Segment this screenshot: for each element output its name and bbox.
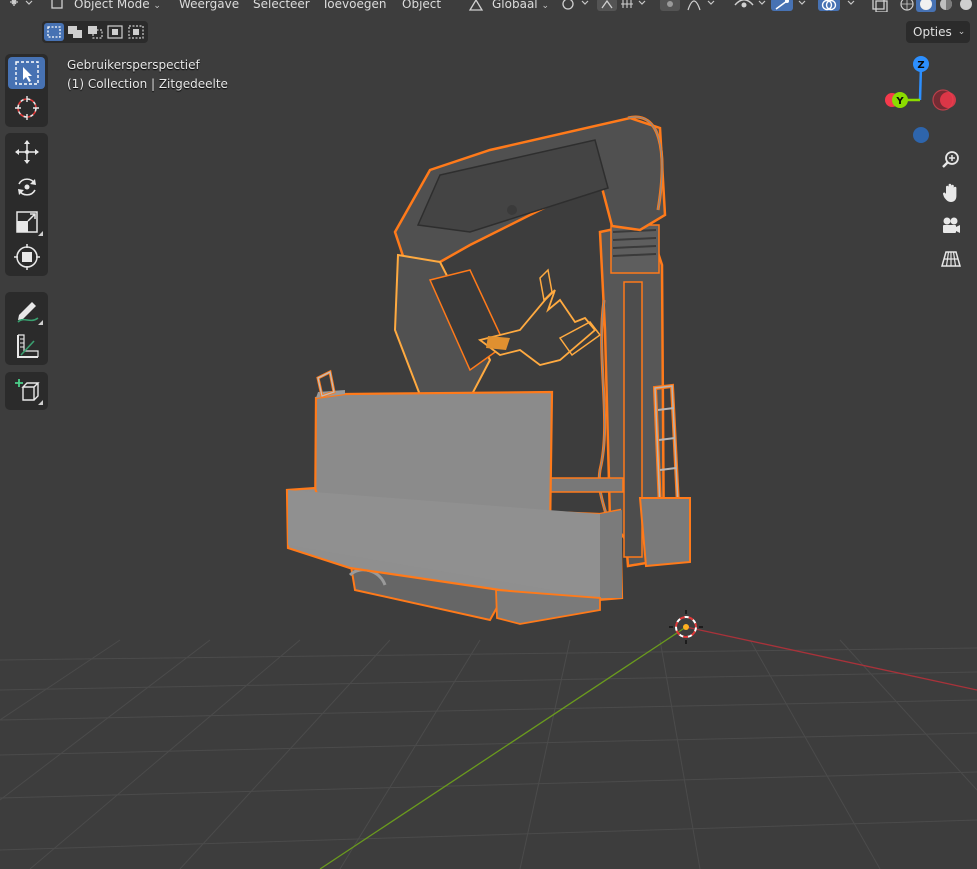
tool-flyout-indicator [38,231,43,236]
transform-icon [13,244,40,270]
gizmo-toggle-icon[interactable] [771,0,811,12]
overlays-icon[interactable] [818,0,862,12]
toolbar-annotate-group [5,292,48,365]
tool-rotate[interactable] [8,171,45,203]
options-dropdown[interactable]: Opties ⌄ [906,21,970,43]
move-icon [14,140,39,164]
xray-icon[interactable] [871,0,891,13]
zoom-icon [942,151,959,168]
select-subtract-icon [88,26,103,39]
select-extend-button[interactable] [64,23,84,41]
cursor-icon [14,96,39,120]
rotate-icon [17,178,36,196]
tool-cursor[interactable] [8,92,45,124]
tool-add-cube[interactable] [8,375,45,407]
editor-type-icon[interactable] [8,0,33,12]
pan-hand-icon [942,183,957,202]
camera-view-button[interactable] [937,212,965,240]
select-set-button[interactable] [44,23,65,41]
orientation-icon [468,0,484,12]
scale-icon [15,211,38,233]
selected-model[interactable] [285,115,691,625]
select-invert-button[interactable] [105,23,125,41]
select-set-icon [47,26,61,38]
select-extend-icon [67,26,82,38]
options-label: Opties [913,25,952,39]
measure-icon [16,334,39,358]
toolbar-select-group [5,54,48,127]
orientation-dropdown[interactable]: Globaal ⌄ [492,0,549,13]
chevron-down-icon: ⌄ [153,1,161,11]
select-subtract-button[interactable] [85,23,105,41]
snap-icon[interactable] [597,0,653,12]
zoom-button[interactable] [937,146,965,174]
viewport-info: Gebruikersperspectief (1) Collection | Z… [67,56,228,94]
select-box-icon [14,61,39,85]
menu-selecteer[interactable]: Selecteer [253,0,310,11]
collection-info: (1) Collection | Zitgedeelte [67,77,228,91]
annotate-icon [16,302,38,323]
camera-icon [943,217,960,233]
tool-flyout-indicator [38,400,43,405]
navigation-gizmo[interactable]: Z Y [880,52,964,148]
mode-dropdown[interactable]: Object Mode ⌄ [74,0,161,13]
menu-toevoegen[interactable]: Toevoegen [322,0,386,11]
select-invert-icon [107,25,124,39]
tool-measure[interactable] [8,330,45,362]
toolbar-add-group [5,372,48,410]
gizmo-z-neg-axis[interactable] [913,127,929,143]
perspective-toggle-button[interactable] [937,245,965,273]
grid-perspective-icon [941,251,961,267]
select-intersect-icon [128,25,144,39]
gizmo-x-axis[interactable] [940,92,956,108]
viewport-header: Object Mode ⌄ Weergave Selecteer Toevoeg… [0,0,977,14]
view-name: Gebruikersperspectief [67,58,200,72]
tool-transform[interactable] [8,241,45,273]
shading-modes[interactable] [898,0,977,12]
tool-annotate[interactable] [8,295,45,327]
menu-object[interactable]: Object [402,0,441,11]
select-intersect-button[interactable] [126,23,146,41]
tool-select-box[interactable] [8,57,45,89]
toolbar-transform-group [5,133,48,276]
menu-weergave[interactable]: Weergave [179,0,239,11]
proportional-edit-icon[interactable] [660,0,716,12]
gizmo-y-label: Y [895,96,904,107]
selection-mode-group [42,21,148,43]
tool-scale[interactable] [8,206,45,238]
tool-flyout-indicator [38,320,43,325]
chevron-down-icon: ⌄ [957,27,966,37]
pan-button[interactable] [937,179,965,207]
gizmo-z-label: Z [917,60,924,71]
add-cube-icon [14,379,40,401]
3d-viewport[interactable]: Object Mode ⌄ Weergave Selecteer Toevoeg… [0,0,977,869]
viewport-scene[interactable] [0,0,977,869]
visibility-icon[interactable] [733,0,773,12]
object-mode-icon [50,0,66,12]
pivot-point-icon[interactable] [560,0,600,12]
chevron-down-icon: ⌄ [541,1,550,11]
orientation-label: Globaal [492,0,538,11]
tool-move[interactable] [8,136,45,168]
mode-label: Object Mode [74,0,150,11]
